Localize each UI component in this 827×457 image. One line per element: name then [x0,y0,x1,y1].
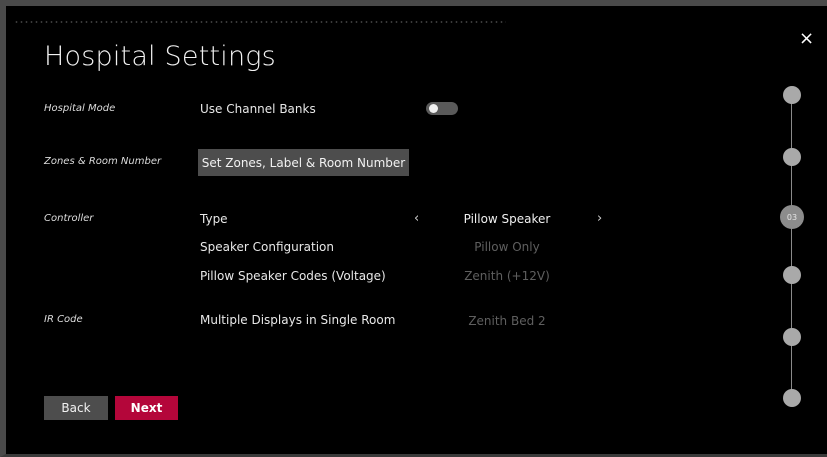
set-zones-button[interactable]: Set Zones, Label & Room Number [198,149,409,176]
stepper-step-6[interactable] [783,389,801,407]
section-label-controller: Controller [44,213,94,224]
stepper-step-4[interactable] [783,266,801,284]
type-prev-arrow-icon[interactable]: ‹ [414,211,419,226]
toggle-knob [429,104,438,113]
page-title: Hospital Settings [44,41,276,72]
use-channel-banks-toggle[interactable] [426,102,458,115]
close-icon[interactable]: × [799,30,814,48]
multiple-displays-value: Zenith Bed 2 [468,314,546,328]
back-button[interactable]: Back [44,396,108,420]
speaker-configuration-label: Speaker Configuration [200,240,335,254]
use-channel-banks-label: Use Channel Banks [200,102,316,116]
stepper-step-1[interactable] [783,86,801,104]
pillow-speaker-codes-value: Zenith (+12V) [464,269,550,283]
speaker-configuration-value: Pillow Only [474,240,540,254]
type-next-arrow-icon[interactable]: › [597,211,602,226]
stepper-step-5[interactable] [783,328,801,346]
stepper-step-2[interactable] [783,148,801,166]
type-label: Type [200,212,228,226]
stepper-track [791,95,792,398]
pillow-speaker-codes-label: Pillow Speaker Codes (Voltage) [200,269,386,283]
stepper-step-current[interactable]: 03 [780,205,804,229]
section-label-ir-code: IR Code [44,314,83,325]
next-button[interactable]: Next [115,396,178,420]
multiple-displays-label: Multiple Displays in Single Room [200,313,396,327]
type-value: Pillow Speaker [463,212,551,226]
section-label-zones: Zones & Room Number [44,156,162,167]
section-label-hospital-mode: Hospital Mode [44,103,116,114]
dotted-divider [14,21,506,23]
